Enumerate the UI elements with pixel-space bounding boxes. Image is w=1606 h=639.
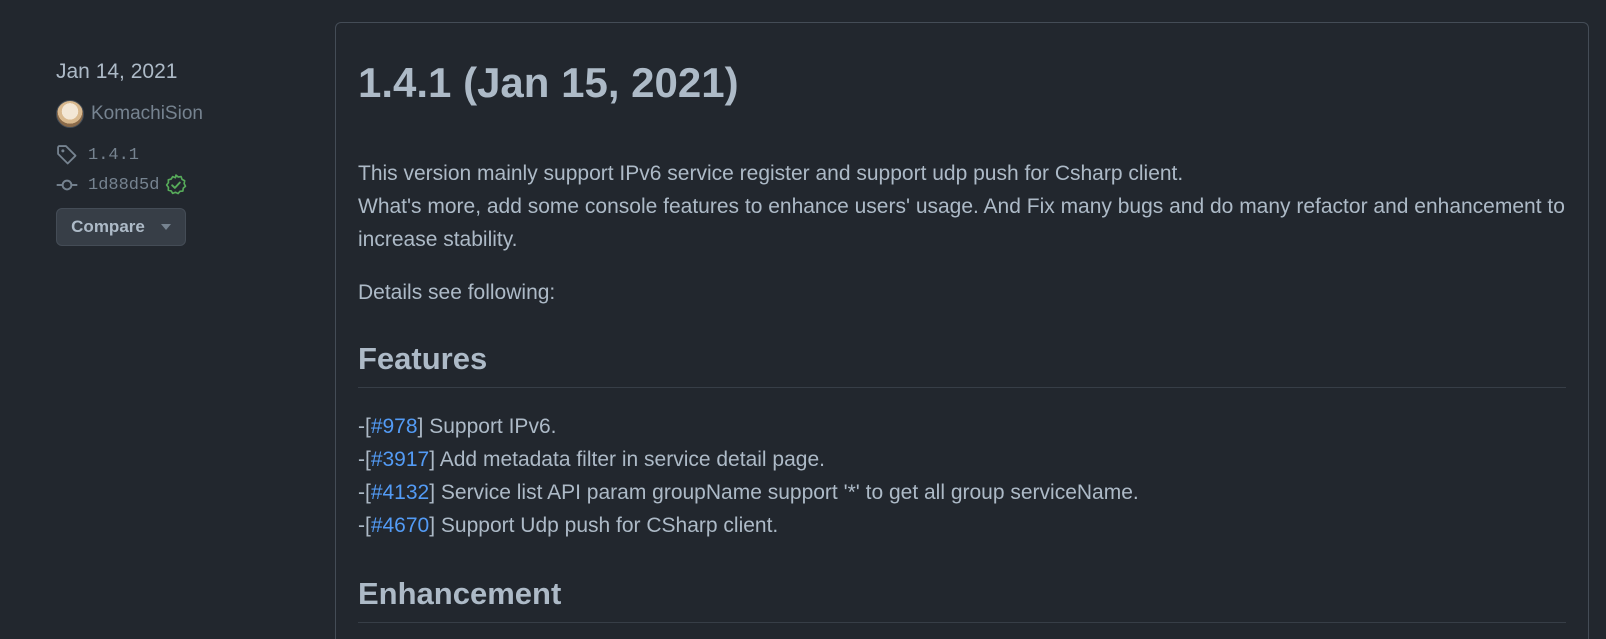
features-heading: Features bbox=[358, 339, 1566, 388]
issue-link[interactable]: #4670 bbox=[371, 514, 429, 537]
commit-sha[interactable]: 1d88d5d bbox=[88, 176, 159, 195]
list-item-text: ] Support Udp push for CSharp client. bbox=[429, 514, 779, 537]
release-page: Jan 14, 2021 KomachiSion 1.4.1 1d88d5d C… bbox=[0, 0, 1606, 639]
release-title[interactable]: 1.4.1 (Jan 15, 2021) bbox=[358, 55, 1566, 111]
list-item-text: ] Add metadata filter in service detail … bbox=[429, 448, 825, 471]
issue-link[interactable]: #978 bbox=[371, 415, 418, 438]
verified-check-icon[interactable] bbox=[165, 174, 187, 196]
list-item-text: ] Service list API param groupName suppo… bbox=[429, 481, 1139, 504]
tag-name[interactable]: 1.4.1 bbox=[88, 146, 139, 165]
compare-button[interactable]: Compare bbox=[56, 208, 186, 246]
list-item-text: ] Support IPv6. bbox=[417, 415, 557, 438]
enhancement-heading: Enhancement bbox=[358, 574, 1566, 623]
author[interactable]: KomachiSion bbox=[56, 100, 316, 128]
intro-line-1: This version mainly support IPv6 service… bbox=[358, 162, 1184, 185]
release-card: 1.4.1 (Jan 15, 2021) This version mainly… bbox=[335, 22, 1589, 639]
list-item-prefix: -[ bbox=[358, 448, 371, 471]
list-item: -[#978] Support IPv6. bbox=[358, 410, 1566, 443]
release-tag[interactable]: 1.4.1 bbox=[56, 142, 316, 168]
list-item-prefix: -[ bbox=[358, 481, 371, 504]
list-item: -[#4670] Support Udp push for CSharp cli… bbox=[358, 509, 1566, 542]
author-name[interactable]: KomachiSion bbox=[91, 103, 203, 125]
release-commit[interactable]: 1d88d5d bbox=[56, 172, 316, 198]
features-list: -[#978] Support IPv6. -[#3917] Add metad… bbox=[358, 410, 1566, 542]
intro-line-2: What's more, add some console features t… bbox=[358, 195, 1565, 251]
git-commit-icon bbox=[56, 179, 78, 191]
compare-label: Compare bbox=[71, 217, 145, 236]
list-item: -[#4132] Service list API param groupNam… bbox=[358, 476, 1566, 509]
release-sidebar: Jan 14, 2021 KomachiSion 1.4.1 1d88d5d C… bbox=[56, 58, 316, 246]
triangle-down-icon bbox=[160, 224, 171, 230]
list-item-prefix: -[ bbox=[358, 415, 371, 438]
list-item-prefix: -[ bbox=[358, 514, 371, 537]
avatar[interactable] bbox=[56, 100, 84, 128]
release-description: This version mainly support IPv6 service… bbox=[358, 157, 1566, 256]
tag-icon bbox=[57, 145, 77, 165]
release-date: Jan 14, 2021 bbox=[56, 60, 178, 83]
release-body: 1.4.1 (Jan 15, 2021) This version mainly… bbox=[358, 23, 1566, 623]
issue-link[interactable]: #3917 bbox=[371, 448, 429, 471]
details-text: Details see following: bbox=[358, 281, 556, 304]
issue-link[interactable]: #4132 bbox=[371, 481, 429, 504]
list-item: -[#3917] Add metadata filter in service … bbox=[358, 443, 1566, 476]
